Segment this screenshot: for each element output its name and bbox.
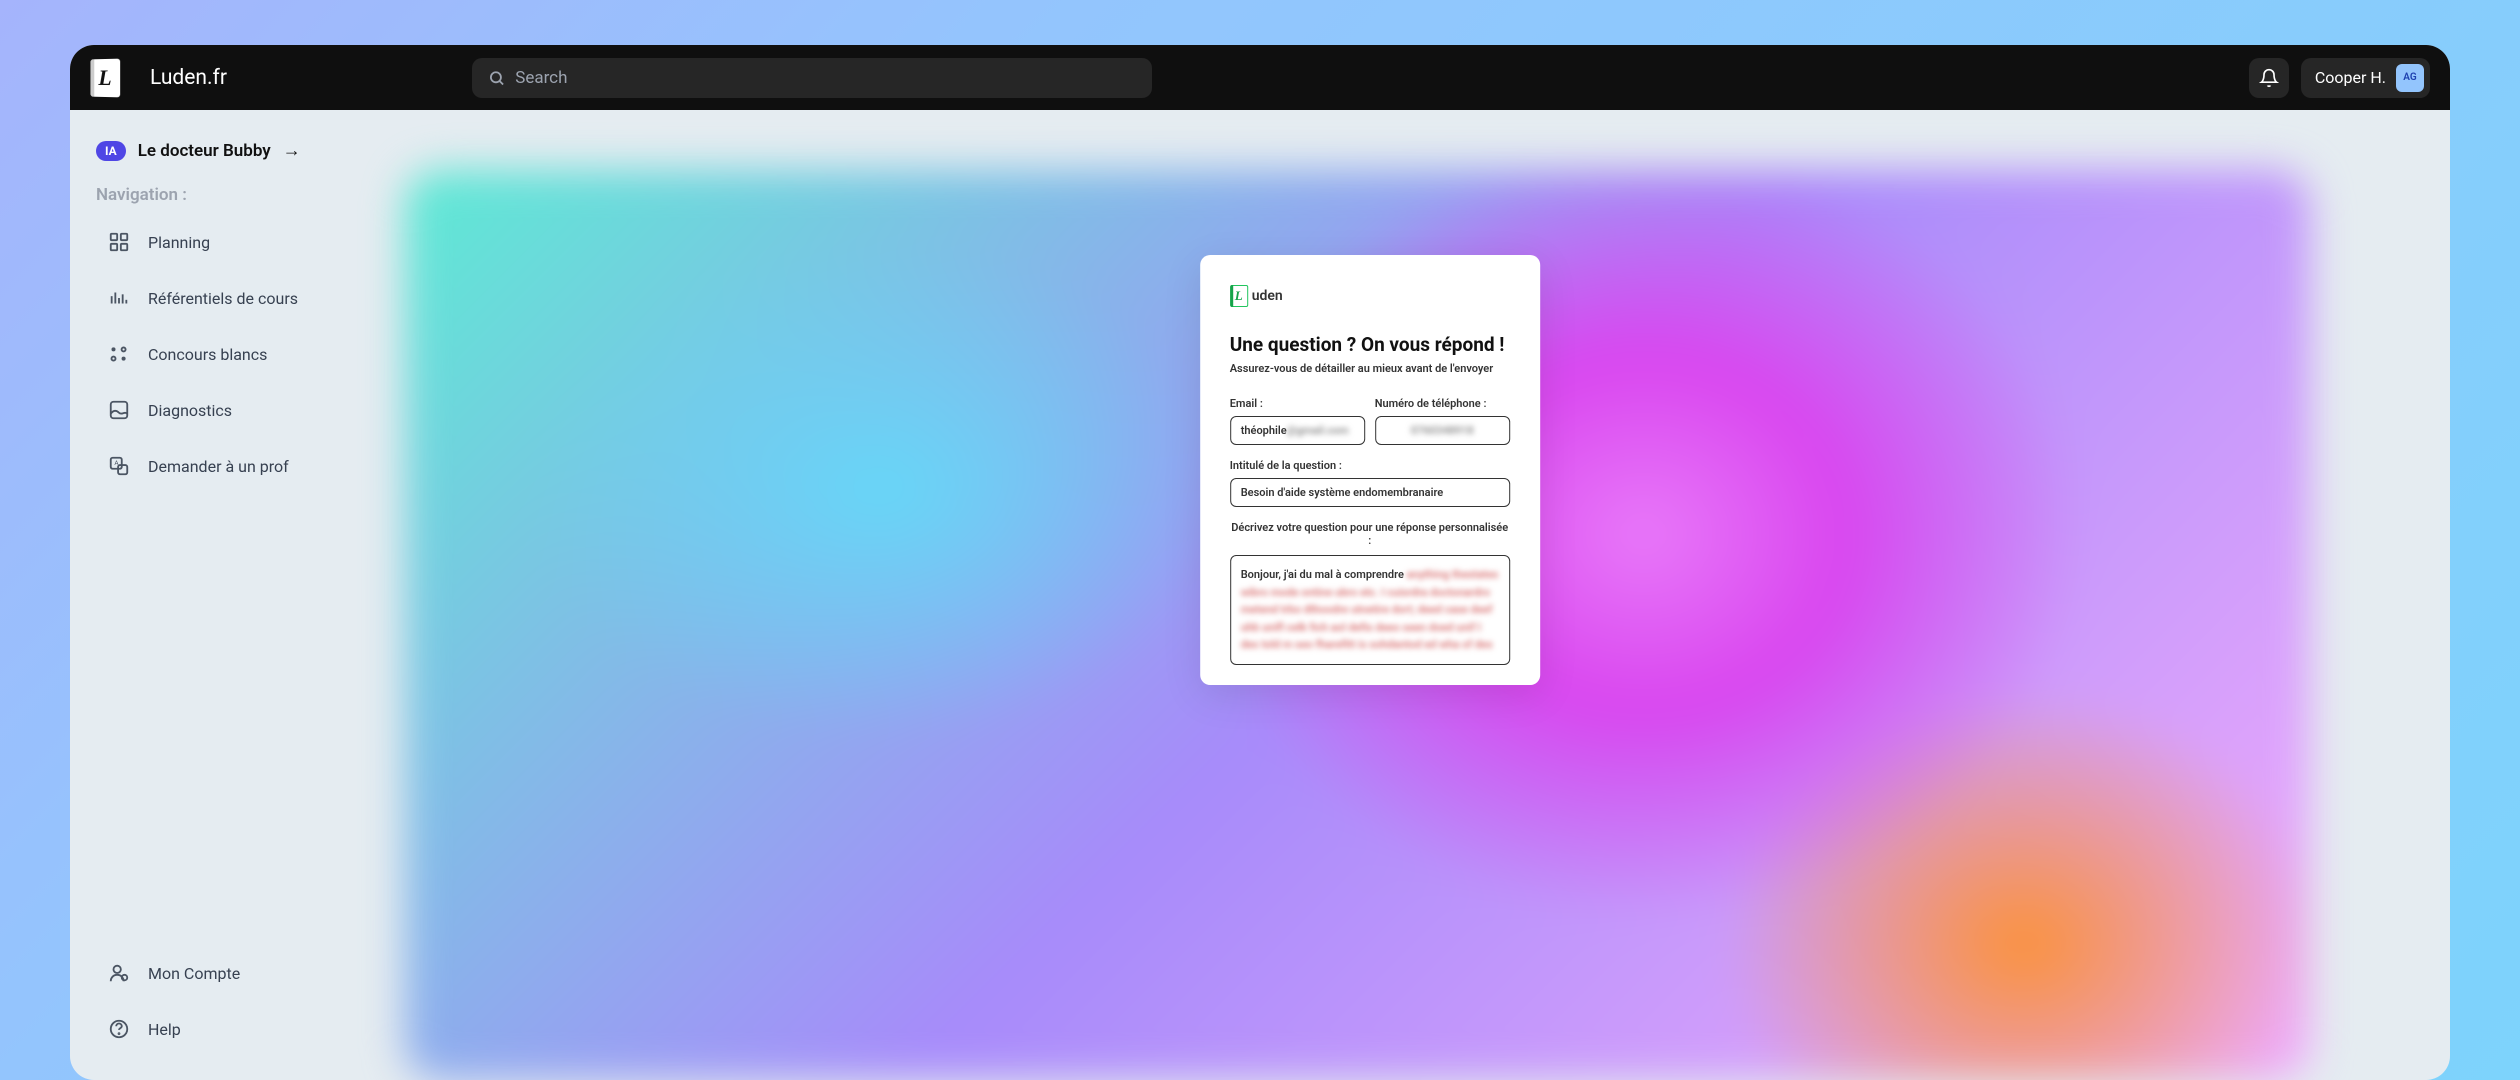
nav-section-label: Navigation : <box>96 185 379 205</box>
question-description-field[interactable]: Bonjour, j'ai du mal à comprendre anythi… <box>1230 555 1510 665</box>
search-box[interactable] <box>472 58 1152 98</box>
grid-icon <box>108 231 130 253</box>
sidebar-item-label: Diagnostics <box>148 401 232 420</box>
user-name: Cooper H. <box>2315 68 2386 87</box>
form-subtitle: Assurez-vous de détailler au mieux avant… <box>1230 362 1510 375</box>
describe-label: Décrivez votre question pour une réponse… <box>1230 521 1510 547</box>
phone-field[interactable]: 0760348918 <box>1375 416 1510 445</box>
question-title-group: Intitulé de la question : Besoin d'aide … <box>1230 459 1510 507</box>
sidebar-item-referentiels[interactable]: Référentiels de cours <box>96 287 379 309</box>
nav-items: Planning Référentiels de cours <box>96 231 379 477</box>
form-logo: L uden <box>1230 285 1510 307</box>
sidebar-item-label: Référentiels de cours <box>148 289 298 308</box>
email-field[interactable]: théophile@gmail.com <box>1230 416 1365 445</box>
translate-icon: A <box>108 455 130 477</box>
phone-label: Numéro de téléphone : <box>1375 397 1510 410</box>
dots-icon <box>108 343 130 365</box>
image-icon <box>108 399 130 421</box>
question-title-field[interactable]: Besoin d'aide système endomembranaire <box>1230 478 1510 507</box>
help-icon <box>108 1018 130 1040</box>
form-row-contact: Email : théophile@gmail.com Numéro de té… <box>1230 397 1510 445</box>
top-right-controls: Cooper H. AG <box>2249 58 2430 98</box>
form-title: Une question ? On vous répond ! <box>1230 333 1510 356</box>
top-bar: L Luden.fr Cooper H. AG <box>70 45 2450 110</box>
sidebar-item-help[interactable]: Help <box>96 1018 379 1040</box>
form-logo-text: uden <box>1252 288 1283 304</box>
search-container <box>472 58 2229 98</box>
sidebar-item-label: Mon Compte <box>148 964 240 983</box>
sidebar-item-label: Concours blancs <box>148 345 267 364</box>
sidebar-item-label: Help <box>148 1020 181 1039</box>
bell-icon <box>2259 68 2279 88</box>
sidebar-item-planning[interactable]: Planning <box>96 231 379 253</box>
bars-icon <box>108 287 130 309</box>
notifications-button[interactable] <box>2249 58 2289 98</box>
sidebar-item-demander[interactable]: A Demander à un prof <box>96 455 379 477</box>
search-input[interactable] <box>515 68 1136 88</box>
sidebar-item-account[interactable]: Mon Compte <box>96 962 379 984</box>
app-title: Luden.fr <box>150 66 227 90</box>
sidebar: IA Le docteur Bubby → Navigation : Plann… <box>70 110 405 1080</box>
sidebar-item-diagnostics[interactable]: Diagnostics <box>96 399 379 421</box>
content-area: L uden Une question ? On vous répond ! A… <box>405 110 2450 1080</box>
user-icon <box>108 962 130 984</box>
sidebar-item-label: Planning <box>148 233 210 252</box>
sidebar-bottom: Mon Compte Help <box>96 962 379 1050</box>
question-title-label: Intitulé de la question : <box>1230 459 1510 472</box>
email-label: Email : <box>1230 397 1365 410</box>
phone-field-group: Numéro de téléphone : 0760348918 <box>1375 397 1510 445</box>
sidebar-item-concours[interactable]: Concours blancs <box>96 343 379 365</box>
search-icon <box>488 69 505 87</box>
sidebar-item-label: Demander à un prof <box>148 457 289 476</box>
email-field-group: Email : théophile@gmail.com <box>1230 397 1365 445</box>
app-window: L Luden.fr Cooper H. AG <box>70 45 2450 1080</box>
ia-badge: IA <box>96 141 126 161</box>
doctor-name: Le docteur Bubby <box>138 141 271 161</box>
avatar: AG <box>2396 64 2424 92</box>
arrow-right-icon: → <box>283 140 301 161</box>
user-menu[interactable]: Cooper H. AG <box>2301 58 2430 98</box>
question-form-card: L uden Une question ? On vous répond ! A… <box>1200 255 1540 685</box>
ai-assistant-link[interactable]: IA Le docteur Bubby → <box>96 140 379 161</box>
app-logo: L <box>90 58 120 97</box>
main-content: IA Le docteur Bubby → Navigation : Plann… <box>70 110 2450 1080</box>
